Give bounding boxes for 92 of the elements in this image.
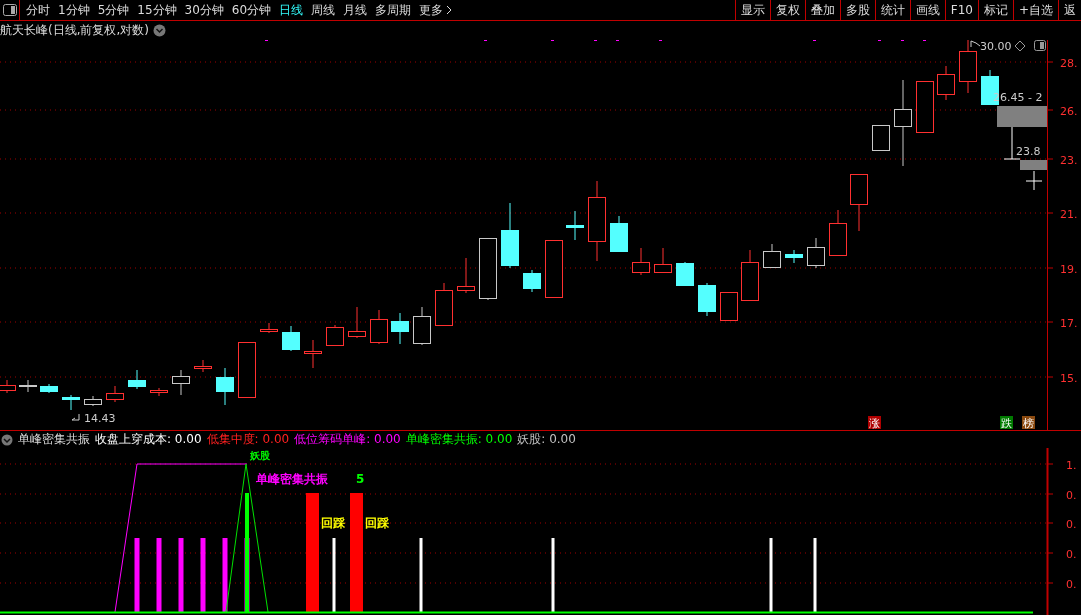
period-tab[interactable]: 日线 — [279, 1, 304, 19]
chevron-right-icon — [446, 5, 454, 15]
chart-annotation: 妖股 — [250, 450, 270, 461]
axis-label: 0. — [1066, 578, 1077, 591]
candlestick — [413, 306, 431, 346]
chart-annotation: 单峰密集共振 — [256, 472, 328, 486]
candlestick — [610, 215, 628, 253]
candlestick — [19, 379, 37, 393]
candlestick — [676, 261, 694, 287]
signal-badge: 榜 — [1022, 416, 1035, 430]
period-tab[interactable]: 30分钟 — [184, 1, 224, 19]
candlestick — [238, 341, 256, 398]
axis-label: 21. — [1060, 208, 1078, 221]
chart-title: 航天长峰(日线,前复权,对数) — [0, 22, 149, 39]
panel-toggle-icon[interactable] — [1034, 40, 1046, 51]
candlestick — [216, 367, 234, 406]
period-tab[interactable]: 5分钟 — [97, 1, 130, 19]
axis-label: 0. — [1066, 518, 1077, 531]
candlestick — [348, 306, 366, 339]
price-label: 30.00 — [980, 40, 1012, 53]
candlestick — [850, 173, 868, 232]
candlestick — [720, 291, 738, 321]
candlestick — [807, 237, 825, 269]
panel-toggle-icon[interactable] — [2, 4, 17, 16]
period-tab[interactable]: 周线 — [311, 1, 336, 19]
axis-label: 26. — [1060, 105, 1078, 118]
candlestick — [106, 385, 124, 403]
candlestick — [194, 359, 212, 373]
candlestick — [370, 309, 388, 345]
candlestick — [326, 324, 344, 347]
indicator-name: 单峰密集共振 — [18, 431, 90, 448]
axis-label: 15. — [1060, 372, 1078, 385]
axis-label: 17. — [1060, 317, 1078, 330]
price-label: 14.43 — [84, 412, 116, 425]
period-tab[interactable]: 15分钟 — [137, 1, 177, 19]
candlestick — [741, 249, 759, 302]
period-tab[interactable]: 分时 — [26, 1, 50, 19]
candlestick — [150, 387, 168, 397]
more-menu[interactable]: 更多 — [419, 1, 454, 19]
period-tab[interactable]: 月线 — [343, 1, 368, 19]
candlestick — [128, 369, 146, 390]
signal-badge: 跌 — [1000, 416, 1013, 430]
diamond-icon[interactable] — [1014, 40, 1026, 52]
axis-label: 0. — [1066, 548, 1077, 561]
candlestick — [545, 239, 563, 298]
candlestick — [304, 339, 322, 369]
candlestick — [260, 322, 278, 334]
indicator-value: 低集中度: 0.00 — [206, 431, 290, 448]
period-tab[interactable]: 60分钟 — [231, 1, 272, 19]
period-tab[interactable]: 1分钟 — [58, 1, 90, 19]
candlestick — [916, 80, 934, 133]
candlestick — [763, 243, 781, 269]
candlestick — [566, 210, 584, 241]
candlestick — [959, 40, 977, 94]
candlestick — [785, 249, 803, 264]
axis-label: 28. — [1060, 57, 1078, 70]
dropdown-icon[interactable] — [153, 24, 166, 37]
candlestick — [435, 282, 453, 327]
crosshair-icon — [1025, 170, 1043, 191]
candlestick — [872, 124, 890, 151]
candlestick — [282, 325, 300, 352]
cost-band — [997, 106, 1047, 127]
candlestick — [937, 65, 955, 101]
axis-label: 23. — [1060, 154, 1078, 167]
dropdown-icon[interactable] — [1, 433, 13, 446]
candlestick — [84, 395, 102, 407]
axis-label: 0. — [1066, 489, 1077, 502]
signal-badge: 涨 — [868, 416, 881, 430]
price-label: 23.8 — [1016, 145, 1041, 158]
candlestick — [829, 209, 847, 257]
chart-annotation: 5 — [356, 472, 365, 486]
candlestick — [391, 312, 409, 345]
axis-label: 19. — [1060, 263, 1078, 276]
candlestick — [172, 369, 190, 396]
candlestick — [654, 247, 672, 274]
chart-annotation: 回踩 — [365, 516, 389, 530]
indicator-value: 收盘上穿成本: 0.00 — [95, 431, 202, 448]
candlestick — [40, 383, 58, 394]
candlestick — [62, 394, 80, 411]
indicator-value: 单峰密集共振: 0.00 — [405, 431, 513, 448]
period-tab[interactable]: 多周期 — [375, 1, 412, 19]
cost-band — [1020, 160, 1047, 170]
candlestick — [523, 269, 541, 293]
chart-annotation: 回踩 — [321, 516, 345, 530]
candlestick — [457, 257, 475, 294]
axis-label: 1. — [1066, 459, 1077, 472]
candlestick — [501, 202, 519, 269]
indicator-value: 低位筹码单峰: 0.00 — [294, 431, 401, 448]
candlestick — [632, 247, 650, 276]
candlestick — [479, 237, 497, 301]
indicator-value: 妖股: 0.00 — [517, 431, 576, 448]
candlestick — [698, 282, 716, 317]
